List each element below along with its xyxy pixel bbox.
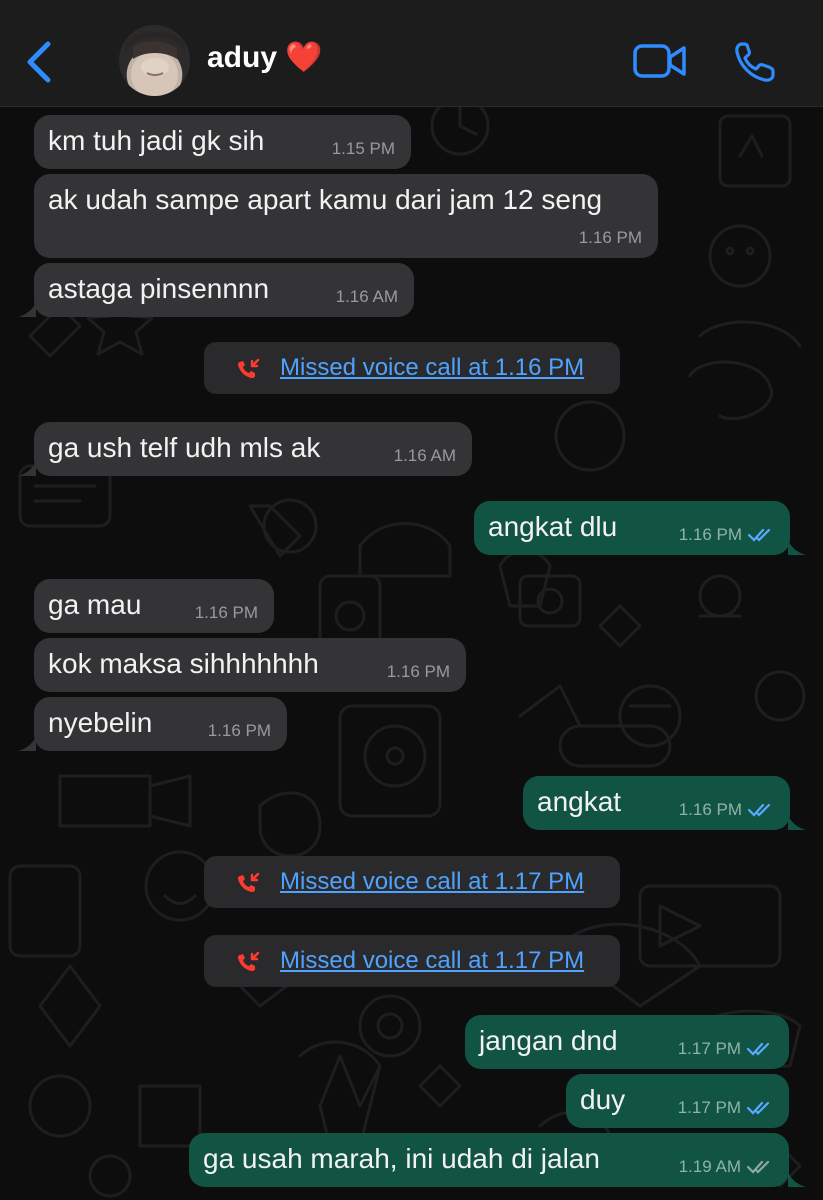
- missed-call-icon: [238, 872, 260, 892]
- message-text: km tuh jadi gk sih: [48, 125, 265, 156]
- outgoing-message[interactable]: jangan dnd 1.17 PM: [465, 1015, 789, 1069]
- delivered-receipt-icon: [747, 1160, 770, 1174]
- message-text: ak udah sampe apart kamu dari jam 12 sen…: [48, 184, 603, 215]
- missed-call-notice[interactable]: Missed voice call at 1.17 PM: [204, 856, 620, 908]
- missed-call-text: Missed voice call at 1.17 PM: [280, 947, 585, 974]
- read-receipt-icon: [747, 1101, 770, 1115]
- message-text: ga ush telf udh mls ak: [48, 432, 321, 463]
- incoming-message[interactable]: kok maksa sihhhhhhh 1.16 PM: [34, 638, 466, 692]
- message-time: 1.16 PM: [207, 721, 271, 740]
- contact-name-label: aduy: [207, 41, 278, 74]
- outgoing-message[interactable]: duy 1.17 PM: [566, 1074, 789, 1128]
- missed-call-icon: [238, 358, 260, 378]
- message-time: 1.16 PM: [194, 603, 258, 622]
- bubble-tail: [18, 735, 36, 751]
- incoming-message[interactable]: km tuh jadi gk sih 1.15 PM: [34, 115, 411, 169]
- message-time: 1.17 PM: [677, 1098, 741, 1117]
- chat-header: aduy ❤️: [0, 0, 823, 107]
- message-text: duy: [580, 1084, 626, 1115]
- outgoing-message[interactable]: angkat dlu 1.16 PM: [474, 501, 790, 555]
- missed-call-notice[interactable]: Missed voice call at 1.16 PM: [204, 342, 620, 394]
- bubble-tail: [18, 460, 36, 476]
- bubble-tail: [788, 1171, 806, 1187]
- missed-call-notice[interactable]: Missed voice call at 1.17 PM: [204, 935, 620, 987]
- message-text: kok maksa sihhhhhhh: [48, 648, 319, 679]
- avatar[interactable]: [119, 25, 190, 96]
- chevron-left-icon[interactable]: [20, 38, 60, 86]
- read-receipt-icon: [748, 803, 771, 817]
- chat-area[interactable]: km tuh jadi gk sih 1.15 PM ak udah sampe…: [0, 106, 823, 1200]
- bubble-tail: [788, 814, 806, 830]
- message-text: nyebelin: [48, 707, 153, 738]
- message-time: 1.17 PM: [677, 1039, 741, 1058]
- read-receipt-icon: [748, 528, 771, 542]
- message-text: angkat dlu: [488, 511, 618, 542]
- message-text: ga mau: [48, 589, 142, 620]
- message-text: angkat: [537, 786, 622, 817]
- incoming-message[interactable]: nyebelin 1.16 PM: [34, 697, 287, 751]
- outgoing-message[interactable]: angkat 1.16 PM: [523, 776, 790, 830]
- message-time: 1.16 PM: [578, 228, 642, 247]
- video-camera-icon[interactable]: [632, 42, 688, 80]
- message-text: astaga pinsennnn: [48, 273, 270, 304]
- contact-name[interactable]: aduy ❤️: [207, 40, 323, 75]
- message-time: 1.16 AM: [393, 446, 456, 465]
- message-time: 1.16 PM: [678, 525, 742, 544]
- missed-call-text: Missed voice call at 1.17 PM: [280, 868, 585, 895]
- message-text: ga usah marah, ini udah di jalan: [203, 1143, 600, 1174]
- read-receipt-icon: [747, 1042, 770, 1056]
- bubble-tail: [18, 301, 36, 317]
- message-time: 1.16 PM: [386, 662, 450, 681]
- message-time: 1.15 PM: [331, 139, 395, 158]
- message-time: 1.19 AM: [678, 1157, 741, 1176]
- incoming-message[interactable]: ak udah sampe apart kamu dari jam 12 sen…: [34, 174, 658, 258]
- phone-icon[interactable]: [733, 40, 777, 84]
- message-time: 1.16 AM: [335, 287, 398, 306]
- heart-icon: ❤️: [285, 41, 323, 74]
- bubble-tail: [788, 539, 806, 555]
- missed-call-icon: [238, 951, 260, 971]
- incoming-message[interactable]: ga ush telf udh mls ak 1.16 AM: [34, 422, 472, 476]
- outgoing-message[interactable]: ga usah marah, ini udah di jalan 1.19 AM: [189, 1133, 789, 1187]
- incoming-message[interactable]: ga mau 1.16 PM: [34, 579, 274, 633]
- missed-call-text: Missed voice call at 1.16 PM: [280, 354, 585, 381]
- message-text: jangan dnd: [479, 1025, 618, 1056]
- incoming-message[interactable]: astaga pinsennnn 1.16 AM: [34, 263, 414, 317]
- message-time: 1.16 PM: [678, 800, 742, 819]
